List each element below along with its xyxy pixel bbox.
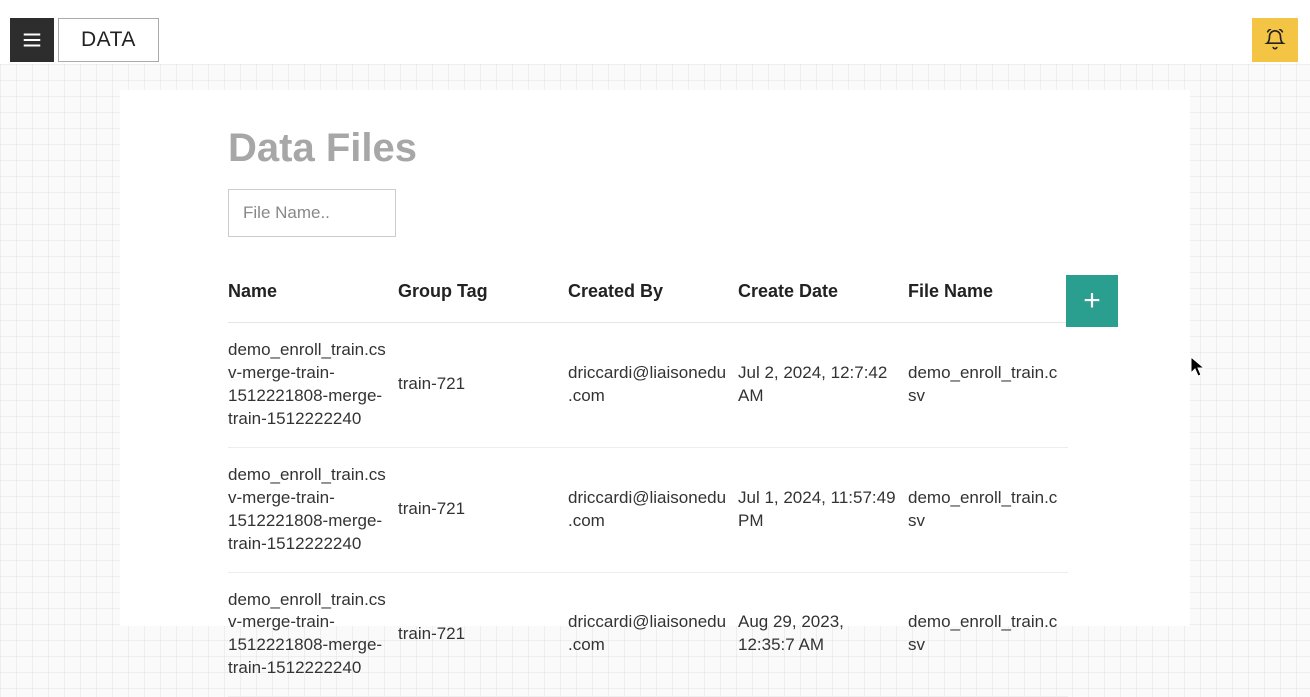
bell-icon (1264, 29, 1286, 51)
cell-file-name: demo_enroll_train.csv (908, 323, 1068, 448)
cell-name: demo_enroll_train.csv-merge-train-151222… (228, 323, 398, 448)
notifications-button[interactable] (1252, 18, 1298, 62)
file-name-search-input[interactable] (228, 189, 396, 237)
cursor-icon (1190, 356, 1206, 378)
table-row[interactable]: demo_enroll_train.csv-merge-train-151222… (228, 572, 1068, 697)
cell-group-tag: train-721 (398, 447, 568, 572)
page-title: Data Files (228, 126, 1130, 171)
column-header-file-name[interactable]: File Name (908, 281, 1068, 323)
cell-create-date: Jul 2, 2024, 12:7:42 AM (738, 323, 908, 448)
cell-create-date: Jul 1, 2024, 11:57:49 PM (738, 447, 908, 572)
column-header-group-tag[interactable]: Group Tag (398, 281, 568, 323)
menu-button[interactable] (10, 18, 54, 62)
cell-name: demo_enroll_train.csv-merge-train-151222… (228, 447, 398, 572)
cell-group-tag: train-721 (398, 323, 568, 448)
cell-created-by: driccardi@liaisonedu.com (568, 447, 738, 572)
cell-created-by: driccardi@liaisonedu.com (568, 572, 738, 697)
cell-file-name: demo_enroll_train.csv (908, 447, 1068, 572)
cell-group-tag: train-721 (398, 572, 568, 697)
cell-create-date: Aug 29, 2023, 12:35:7 AM (738, 572, 908, 697)
column-header-create-date[interactable]: Create Date (738, 281, 908, 323)
add-button[interactable]: + (1066, 275, 1118, 327)
table-row[interactable]: demo_enroll_train.csv-merge-train-151222… (228, 323, 1068, 448)
cell-created-by: driccardi@liaisonedu.com (568, 323, 738, 448)
breadcrumb[interactable]: DATA (58, 18, 159, 62)
cell-file-name: demo_enroll_train.csv (908, 572, 1068, 697)
column-header-name[interactable]: Name (228, 281, 398, 323)
data-files-table: Name Group Tag Created By Create Date Fi… (228, 281, 1068, 697)
table-row[interactable]: demo_enroll_train.csv-merge-train-151222… (228, 447, 1068, 572)
hamburger-icon (21, 29, 43, 51)
cell-name: demo_enroll_train.csv-merge-train-151222… (228, 572, 398, 697)
column-header-created-by[interactable]: Created By (568, 281, 738, 323)
main-panel: Data Files + Name Group Tag Created By C… (120, 90, 1190, 626)
